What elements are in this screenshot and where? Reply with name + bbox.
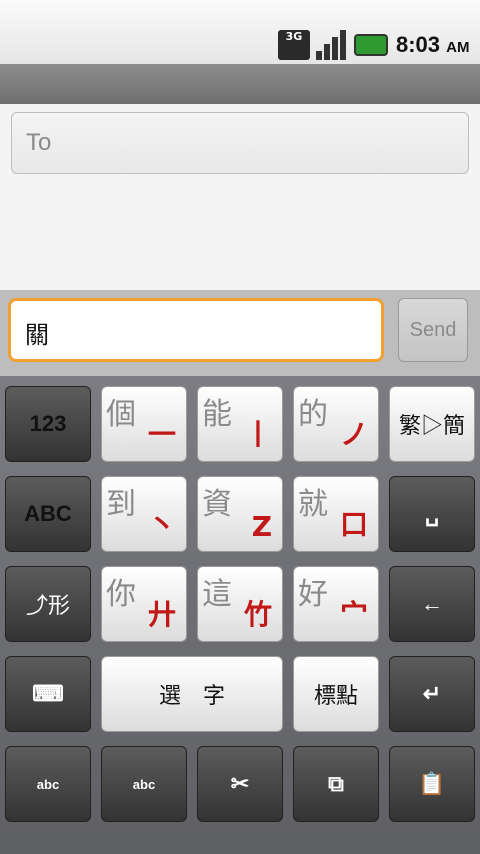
space-icon: ␣	[425, 501, 439, 526]
key-ni[interactable]: 你 廾	[101, 566, 187, 642]
backspace-key[interactable]: ←	[389, 566, 475, 642]
space-key[interactable]: ␣	[389, 476, 475, 552]
key-ni-main: 你	[106, 577, 136, 612]
network-3g-icon: 3G	[278, 30, 310, 60]
select-char-label: 選 字	[158, 683, 225, 708]
key-zi-sub: Z	[251, 510, 272, 543]
enter-key[interactable]: ↵	[389, 656, 475, 732]
key-neng[interactable]: 能 丨	[197, 386, 283, 462]
to-field[interactable]: To	[11, 112, 469, 174]
select-key[interactable]: abc	[101, 746, 187, 822]
clipboard-icon: 📋	[418, 771, 446, 796]
key-zi[interactable]: 資 Z	[197, 476, 283, 552]
status-time: 8:03 AM	[396, 32, 470, 58]
select-char-key[interactable]: 選 字	[101, 656, 283, 732]
hide-keyboard-key[interactable]: ⌨	[5, 656, 91, 732]
signal-icon	[316, 30, 348, 60]
key-zhe[interactable]: 這 竹	[197, 566, 283, 642]
key-trad-simp[interactable]: 繁▷簡	[389, 386, 475, 462]
key-zi-main: 資	[202, 487, 232, 522]
key-hao[interactable]: 好 宀	[293, 566, 379, 642]
battery-icon	[354, 34, 388, 56]
key-de[interactable]: 的 ノ	[293, 386, 379, 462]
copy-icon: ⧉	[328, 771, 344, 796]
paste-key[interactable]: 📋	[389, 746, 475, 822]
scissors-icon: ✂	[230, 771, 250, 796]
key-hao-sub: 宀	[339, 598, 368, 631]
key-123[interactable]: 123	[5, 386, 91, 462]
select-all-icon: abc	[36, 776, 60, 792]
key-dao-main: 到	[106, 487, 136, 522]
key-ge-sub: 一	[147, 418, 176, 451]
key-123-label: 123	[29, 411, 67, 436]
time-text: 8:03	[396, 32, 441, 57]
message-input[interactable]: 關	[8, 298, 384, 362]
key-dao-sub: 丶	[147, 508, 176, 541]
key-de-sub: ノ	[339, 418, 368, 451]
key-zhe-sub: 竹	[243, 598, 272, 631]
key-zhe-main: 這	[202, 577, 232, 612]
time-ampm: AM	[446, 39, 470, 56]
key-jiu-sub: 口	[339, 508, 368, 541]
key-de-main: 的	[298, 397, 328, 432]
trad-simp-label: 繁▷簡	[398, 413, 465, 438]
key-dao[interactable]: 到 丶	[101, 476, 187, 552]
backspace-icon: ←	[421, 591, 443, 616]
status-bar: 3G 8:03 AM	[0, 0, 480, 64]
key-ge-main: 個	[106, 397, 136, 432]
punctuation-key[interactable]: 標點	[293, 656, 379, 732]
key-jiu[interactable]: 就 口	[293, 476, 379, 552]
cut-key[interactable]: ✂	[197, 746, 283, 822]
enter-icon: ↵	[422, 681, 442, 706]
select-all-key[interactable]: abc	[5, 746, 91, 822]
key-ge[interactable]: 個 一	[101, 386, 187, 462]
copy-key[interactable]: ⧉	[293, 746, 379, 822]
key-neng-main: 能	[202, 397, 232, 432]
shape-mode-icon: ⤴形	[25, 593, 70, 618]
key-abc-label: ABC	[24, 501, 72, 526]
punctuation-label: 標點	[313, 683, 358, 708]
keyboard-icon: ⌨	[32, 681, 64, 706]
key-shape-mode[interactable]: ⤴形	[5, 566, 91, 642]
title-bar	[0, 64, 480, 104]
send-button[interactable]: Send	[398, 298, 468, 362]
key-hao-main: 好	[298, 577, 328, 612]
key-ni-sub: 廾	[147, 598, 176, 631]
key-jiu-main: 就	[298, 487, 328, 522]
select-icon: abc	[132, 776, 156, 792]
key-neng-sub: 丨	[243, 418, 272, 451]
key-abc[interactable]: ABC	[5, 476, 91, 552]
